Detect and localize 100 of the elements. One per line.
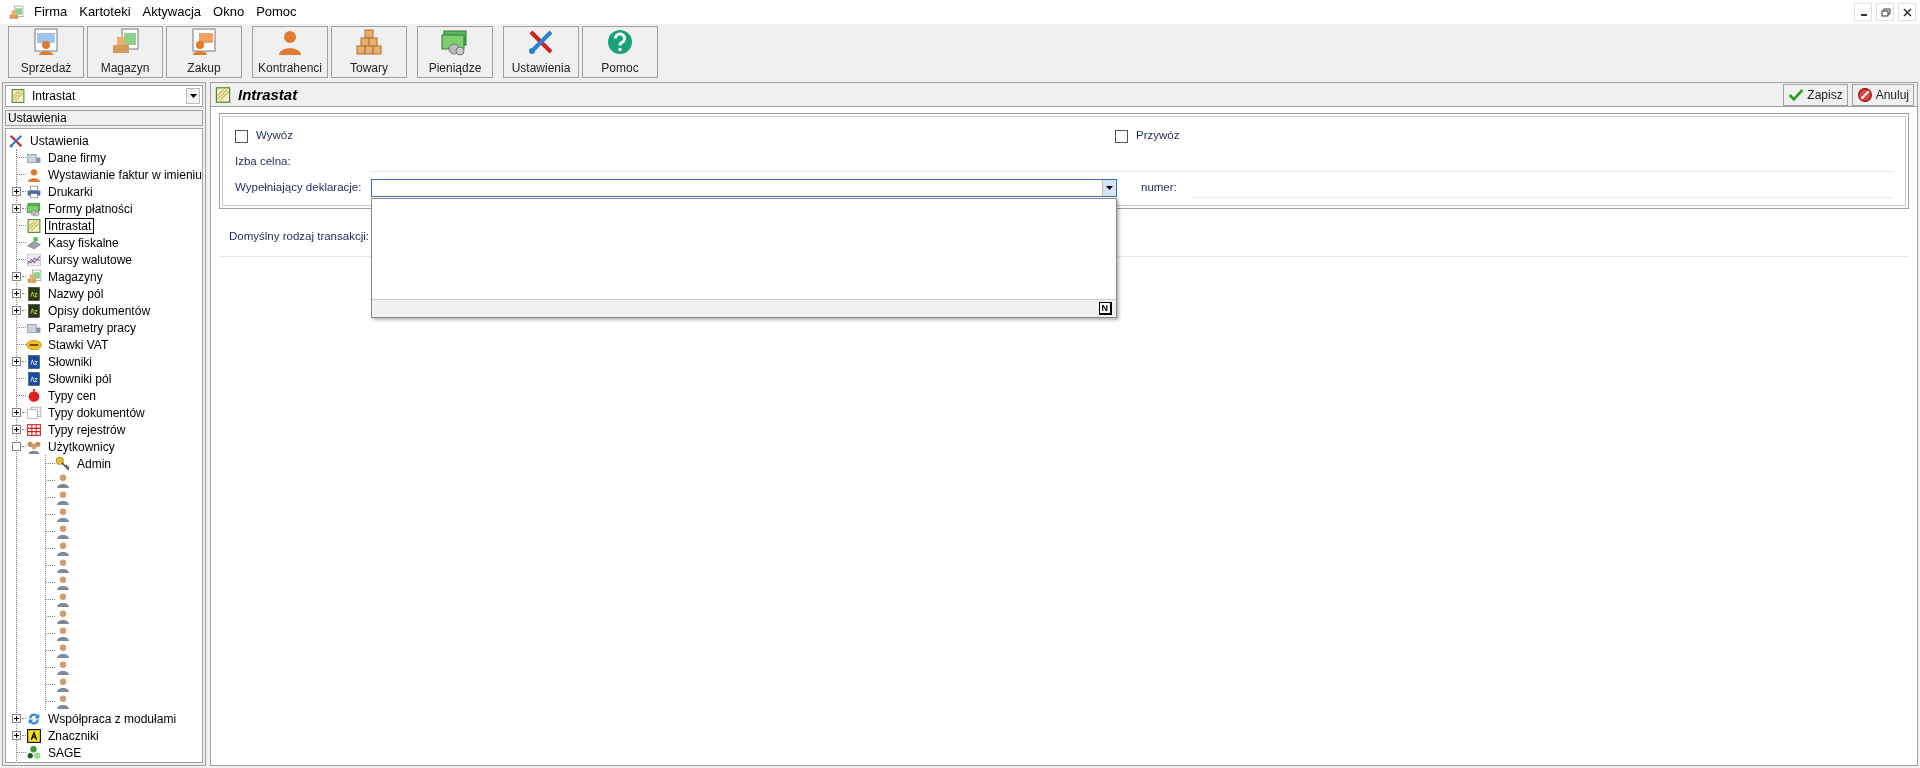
banknotes-coins-icon xyxy=(26,200,42,217)
tree-item[interactable]: Kursy walutowe xyxy=(45,251,136,268)
tree-item[interactable]: Typy rejestrów xyxy=(45,421,129,438)
tree-item[interactable]: Formy płatności xyxy=(45,200,136,217)
tree-item[interactable]: Słowniki pól xyxy=(45,370,115,387)
expand-toggle[interactable] xyxy=(12,714,21,723)
view-selector[interactable]: Intrastat xyxy=(5,85,203,107)
checkbox-label[interactable]: Przywóz xyxy=(1136,127,1180,145)
cash-register-icon xyxy=(26,234,42,251)
line-chart-icon xyxy=(26,251,42,268)
tree-item[interactable]: Typy dokumentów xyxy=(45,404,148,421)
toolbar-button[interactable]: Sprzedaż xyxy=(8,26,84,78)
dots-logo-icon xyxy=(26,744,42,761)
close-icon[interactable] xyxy=(1901,6,1913,18)
toolbar-button[interactable]: Zakup xyxy=(166,26,242,78)
field-label: numer: xyxy=(1141,180,1178,196)
expand-toggle[interactable] xyxy=(12,357,21,366)
expand-toggle[interactable] xyxy=(12,289,21,298)
menu-item[interactable]: Firma xyxy=(28,2,74,22)
dictionary-book-icon xyxy=(26,353,42,370)
user-icon xyxy=(55,642,71,659)
ball-icon xyxy=(26,387,42,404)
check-icon xyxy=(1788,86,1805,103)
tree-item[interactable]: Ustawienia xyxy=(27,132,92,149)
grid-icon xyxy=(26,421,42,438)
tree-item[interactable]: Kasy fiskalne xyxy=(45,234,122,251)
field-label: Izba celna: xyxy=(235,154,292,170)
documents-icon xyxy=(26,404,42,421)
menu-item[interactable]: Kartoteki xyxy=(73,2,137,22)
toolbar-button[interactable]: Pieniądze xyxy=(417,26,493,78)
tree-item[interactable]: Współpraca z modułami xyxy=(45,710,180,727)
toolbar-button[interactable]: Magazyn xyxy=(87,26,163,78)
tree-item[interactable]: Intrastat xyxy=(45,217,95,234)
expand-toggle[interactable] xyxy=(12,306,21,315)
person-icon xyxy=(26,166,42,183)
user-icon xyxy=(55,608,71,625)
striped-note-icon xyxy=(214,85,232,104)
user-icon xyxy=(55,472,71,489)
striped-note-icon xyxy=(10,88,26,104)
menu-item[interactable]: Okno xyxy=(207,2,251,22)
cancel-button[interactable]: Anuluj xyxy=(1851,83,1914,106)
user-icon xyxy=(55,574,71,591)
boxes-icon xyxy=(354,27,384,57)
collapse-toggle[interactable] xyxy=(12,442,21,451)
checkbox[interactable] xyxy=(235,129,248,143)
expand-toggle[interactable] xyxy=(12,187,21,196)
menu-item[interactable]: Aktywacja xyxy=(136,2,208,22)
dictionary-book-icon xyxy=(26,370,42,387)
new-item-button[interactable]: N xyxy=(1098,302,1112,315)
expand-toggle[interactable] xyxy=(12,272,21,281)
tree-item[interactable]: Magazyny xyxy=(45,268,106,285)
tree-item[interactable]: Nazwy pól xyxy=(45,285,107,302)
striped-note-icon xyxy=(26,217,42,234)
expand-toggle[interactable] xyxy=(12,408,21,417)
tree-item[interactable]: Wystawianie faktur w imieniu xyxy=(45,166,202,183)
tree-item[interactable]: Użytkownicy xyxy=(45,438,118,455)
checkbox[interactable] xyxy=(1115,129,1128,143)
sync-arrows-icon xyxy=(26,710,42,727)
save-button[interactable]: Zapisz xyxy=(1783,83,1848,106)
banknotes-coins-icon xyxy=(440,27,470,57)
dictionary-book-icon xyxy=(26,285,42,302)
user-icon xyxy=(55,693,71,710)
tree-item[interactable]: Znaczniki xyxy=(45,727,102,744)
user-icon xyxy=(55,591,71,608)
field-label: Domyślny rodzaj transakcji: xyxy=(229,228,369,244)
toolbar-button[interactable]: Ustawienia xyxy=(503,26,579,78)
checkbox-label[interactable]: Wywóz xyxy=(256,127,293,145)
expand-toggle[interactable] xyxy=(12,425,21,434)
tree-item[interactable]: Admin xyxy=(74,455,114,472)
user-icon xyxy=(55,523,71,540)
user-icon xyxy=(55,540,71,557)
tree-item[interactable]: Stawki VAT xyxy=(45,336,112,353)
user-icon xyxy=(55,676,71,693)
tree-item[interactable]: SAGE xyxy=(45,744,85,761)
tree-item[interactable]: Drukarki xyxy=(45,183,96,200)
restore-icon[interactable] xyxy=(1879,6,1891,18)
document-person-icon xyxy=(189,27,219,57)
tree-item[interactable]: Dane firmy xyxy=(45,149,109,166)
user-icon xyxy=(55,557,71,574)
selector-value: Intrastat xyxy=(32,88,76,105)
expand-toggle[interactable] xyxy=(12,731,21,740)
tools-icon xyxy=(8,132,24,149)
tree-item[interactable]: Typy cen xyxy=(45,387,100,404)
tree-item[interactable]: Opisy dokumentów xyxy=(45,302,154,319)
expand-toggle[interactable] xyxy=(12,204,21,213)
toolbar-button[interactable]: Towary xyxy=(331,26,407,78)
document-person-icon xyxy=(31,27,61,57)
boxes-sheet-icon xyxy=(26,268,42,285)
toolbar-button[interactable]: Kontrahenci xyxy=(252,26,328,78)
section-header: Ustawienia xyxy=(5,110,203,126)
user-icon xyxy=(55,489,71,506)
toolbar-button[interactable]: Pomoc xyxy=(582,26,658,78)
dictionary-book-icon xyxy=(26,302,42,319)
tree-item[interactable]: Parametry pracy xyxy=(45,319,140,336)
tree-item[interactable]: Słowniki xyxy=(45,353,95,370)
menu-item[interactable]: Pomoc xyxy=(250,2,303,22)
user-icon xyxy=(55,659,71,676)
user-icon xyxy=(55,625,71,642)
user-icon xyxy=(55,506,71,523)
key-icon xyxy=(55,455,71,472)
